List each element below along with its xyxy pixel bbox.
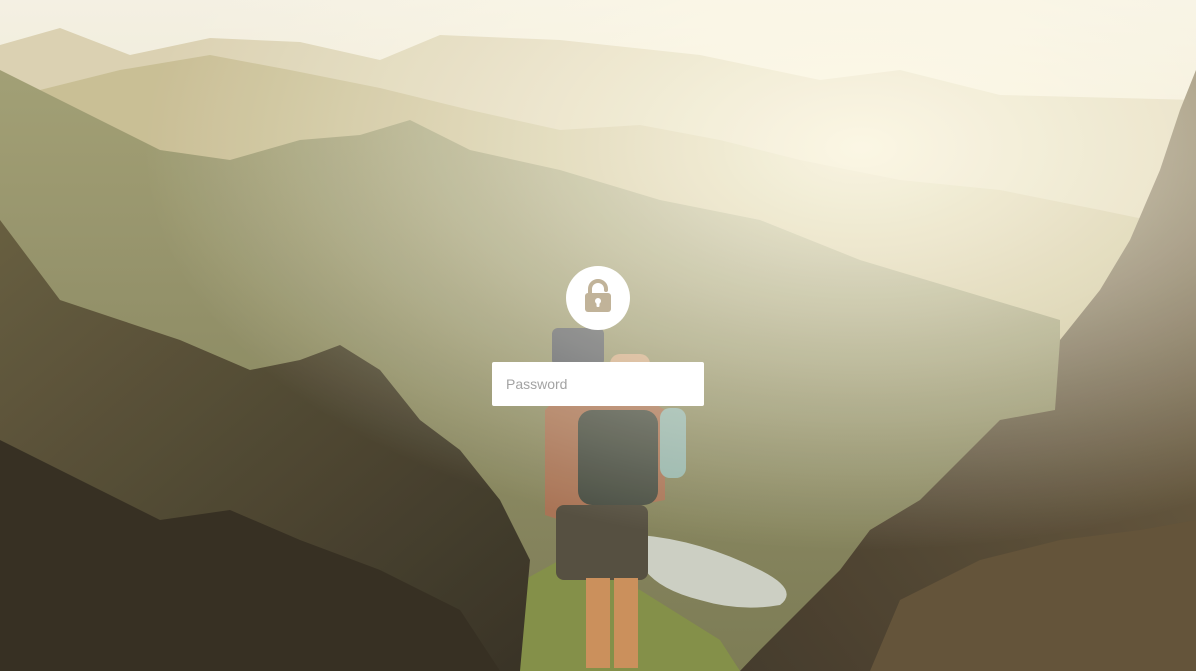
padlock-icon (583, 278, 613, 318)
lock-badge (566, 266, 630, 330)
password-input[interactable] (492, 362, 704, 406)
background-landscape-image (0, 0, 1196, 671)
